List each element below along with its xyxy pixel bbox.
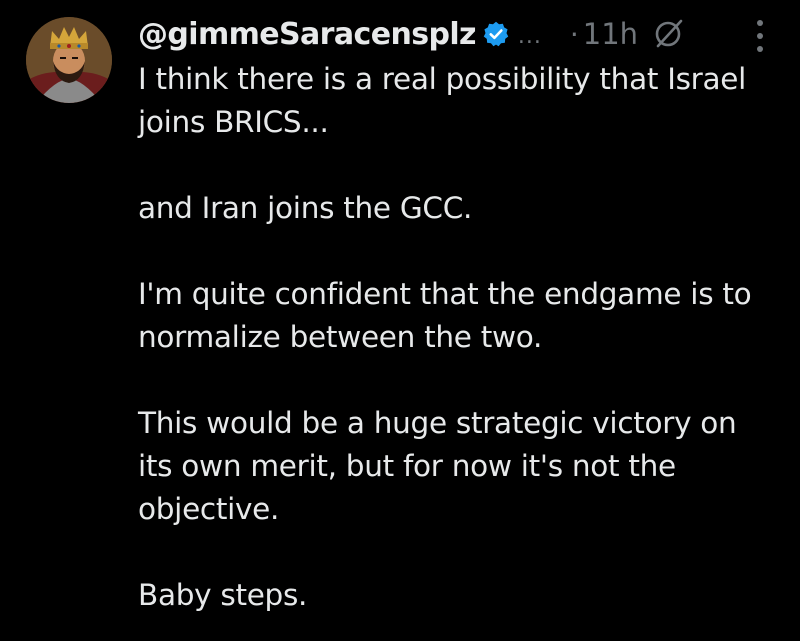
grok-icon[interactable]	[652, 17, 686, 51]
post-body: I think there is a real possibility that…	[138, 58, 778, 617]
name-truncation: ...	[517, 23, 542, 49]
post-paragraph: I'm quite confident that the endgame is …	[138, 277, 752, 354]
post-paragraph: This would be a huge strategic victory o…	[138, 406, 737, 526]
post-paragraph: I think there is a real possibility that…	[138, 62, 747, 139]
post-header: @gimmeSaracensplz ... · 11h	[138, 10, 770, 58]
avatar[interactable]	[26, 17, 112, 103]
post-paragraph: Baby steps.	[138, 578, 308, 612]
avatar-image	[26, 17, 112, 103]
more-vertical-icon[interactable]	[748, 16, 772, 56]
author-handle[interactable]: @gimmeSaracensplz	[138, 17, 476, 52]
post: @gimmeSaracensplz ... · 11h I think ther…	[0, 0, 800, 641]
post-paragraph: and Iran joins the GCC.	[138, 191, 473, 225]
verified-badge-icon[interactable]	[482, 20, 510, 48]
post-timestamp[interactable]: 11h	[583, 17, 638, 51]
separator-dot: ·	[569, 17, 579, 51]
